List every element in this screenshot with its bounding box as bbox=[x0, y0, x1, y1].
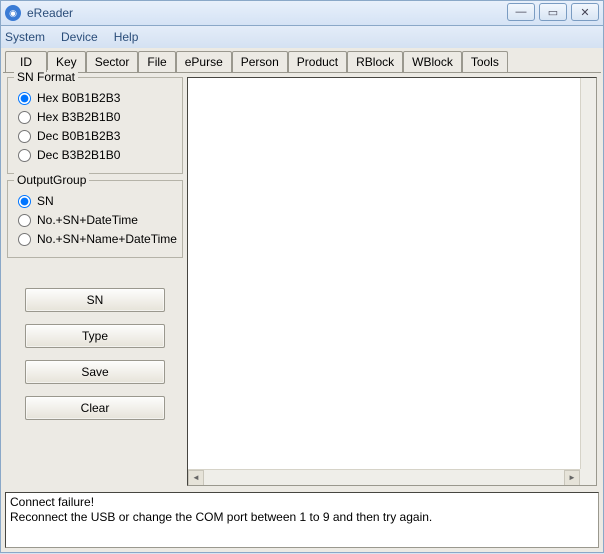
output-group-legend: OutputGroup bbox=[14, 173, 89, 187]
sn-format-option-3[interactable]: Dec B3B2B1B0 bbox=[16, 148, 174, 162]
sn-format-label-3: Dec B3B2B1B0 bbox=[37, 148, 120, 162]
tab-strip: ID Key Sector File ePurse Person Product… bbox=[3, 50, 601, 72]
right-panel: ◄ ► bbox=[187, 77, 597, 486]
sn-format-label-0: Hex B0B1B2B3 bbox=[37, 91, 120, 105]
sn-format-label-2: Dec B0B1B2B3 bbox=[37, 129, 120, 143]
tab-wblock[interactable]: WBlock bbox=[403, 51, 462, 72]
scroll-right-icon[interactable]: ► bbox=[564, 470, 580, 486]
status-line-2: Reconnect the USB or change the COM port… bbox=[10, 510, 594, 525]
output-radio-0[interactable] bbox=[18, 195, 31, 208]
menu-help[interactable]: Help bbox=[114, 30, 139, 44]
tab-tools[interactable]: Tools bbox=[462, 51, 508, 72]
tab-sector[interactable]: Sector bbox=[86, 51, 139, 72]
sn-format-label-1: Hex B3B2B1B0 bbox=[37, 110, 120, 124]
sn-format-option-2[interactable]: Dec B0B1B2B3 bbox=[16, 129, 174, 143]
output-option-2[interactable]: No.+SN+Name+DateTime bbox=[16, 232, 174, 246]
horizontal-scrollbar[interactable]: ◄ ► bbox=[188, 469, 580, 485]
output-label-0: SN bbox=[37, 194, 54, 208]
sn-format-radio-3[interactable] bbox=[18, 149, 31, 162]
app-icon: ◉ bbox=[5, 5, 21, 21]
status-box: Connect failure! Reconnect the USB or ch… bbox=[5, 492, 599, 548]
output-radio-2[interactable] bbox=[18, 233, 31, 246]
scroll-corner bbox=[580, 469, 596, 485]
tab-rblock[interactable]: RBlock bbox=[347, 51, 403, 72]
save-button[interactable]: Save bbox=[25, 360, 165, 384]
output-textarea[interactable]: ◄ ► bbox=[187, 77, 597, 486]
sn-format-radio-1[interactable] bbox=[18, 111, 31, 124]
tab-file[interactable]: File bbox=[138, 51, 175, 72]
client-area: ID Key Sector File ePurse Person Product… bbox=[0, 48, 604, 553]
output-label-1: No.+SN+DateTime bbox=[37, 213, 138, 227]
sn-format-radio-0[interactable] bbox=[18, 92, 31, 105]
output-group: OutputGroup SN No.+SN+DateTime No.+SN+Na… bbox=[7, 180, 183, 258]
titlebar[interactable]: ◉ eReader ― ▭ ✕ bbox=[0, 0, 604, 26]
tab-key[interactable]: Key bbox=[47, 51, 86, 72]
sn-button[interactable]: SN bbox=[25, 288, 165, 312]
close-button[interactable]: ✕ bbox=[571, 3, 599, 21]
tab-person[interactable]: Person bbox=[232, 51, 288, 72]
menu-system[interactable]: System bbox=[5, 30, 45, 44]
type-button[interactable]: Type bbox=[25, 324, 165, 348]
tab-product[interactable]: Product bbox=[288, 51, 347, 72]
output-label-2: No.+SN+Name+DateTime bbox=[37, 232, 177, 246]
button-column: SN Type Save Clear bbox=[7, 280, 183, 428]
sn-format-radio-2[interactable] bbox=[18, 130, 31, 143]
vertical-scrollbar[interactable] bbox=[580, 78, 596, 469]
tab-epurse[interactable]: ePurse bbox=[176, 51, 232, 72]
sn-format-option-0[interactable]: Hex B0B1B2B3 bbox=[16, 91, 174, 105]
tab-id[interactable]: ID bbox=[5, 51, 47, 72]
scroll-left-icon[interactable]: ◄ bbox=[188, 470, 204, 486]
sn-format-group: SN Format Hex B0B1B2B3 Hex B3B2B1B0 Dec … bbox=[7, 77, 183, 174]
maximize-button[interactable]: ▭ bbox=[539, 3, 567, 21]
tab-body: SN Format Hex B0B1B2B3 Hex B3B2B1B0 Dec … bbox=[3, 72, 601, 490]
menubar: System Device Help bbox=[0, 26, 604, 48]
clear-button[interactable]: Clear bbox=[25, 396, 165, 420]
status-line-1: Connect failure! bbox=[10, 495, 594, 510]
window-title: eReader bbox=[27, 6, 73, 20]
output-radio-1[interactable] bbox=[18, 214, 31, 227]
sn-format-legend: SN Format bbox=[14, 70, 78, 84]
left-panel: SN Format Hex B0B1B2B3 Hex B3B2B1B0 Dec … bbox=[7, 77, 183, 486]
output-option-0[interactable]: SN bbox=[16, 194, 174, 208]
minimize-button[interactable]: ― bbox=[507, 3, 535, 21]
output-option-1[interactable]: No.+SN+DateTime bbox=[16, 213, 174, 227]
menu-device[interactable]: Device bbox=[61, 30, 98, 44]
sn-format-option-1[interactable]: Hex B3B2B1B0 bbox=[16, 110, 174, 124]
